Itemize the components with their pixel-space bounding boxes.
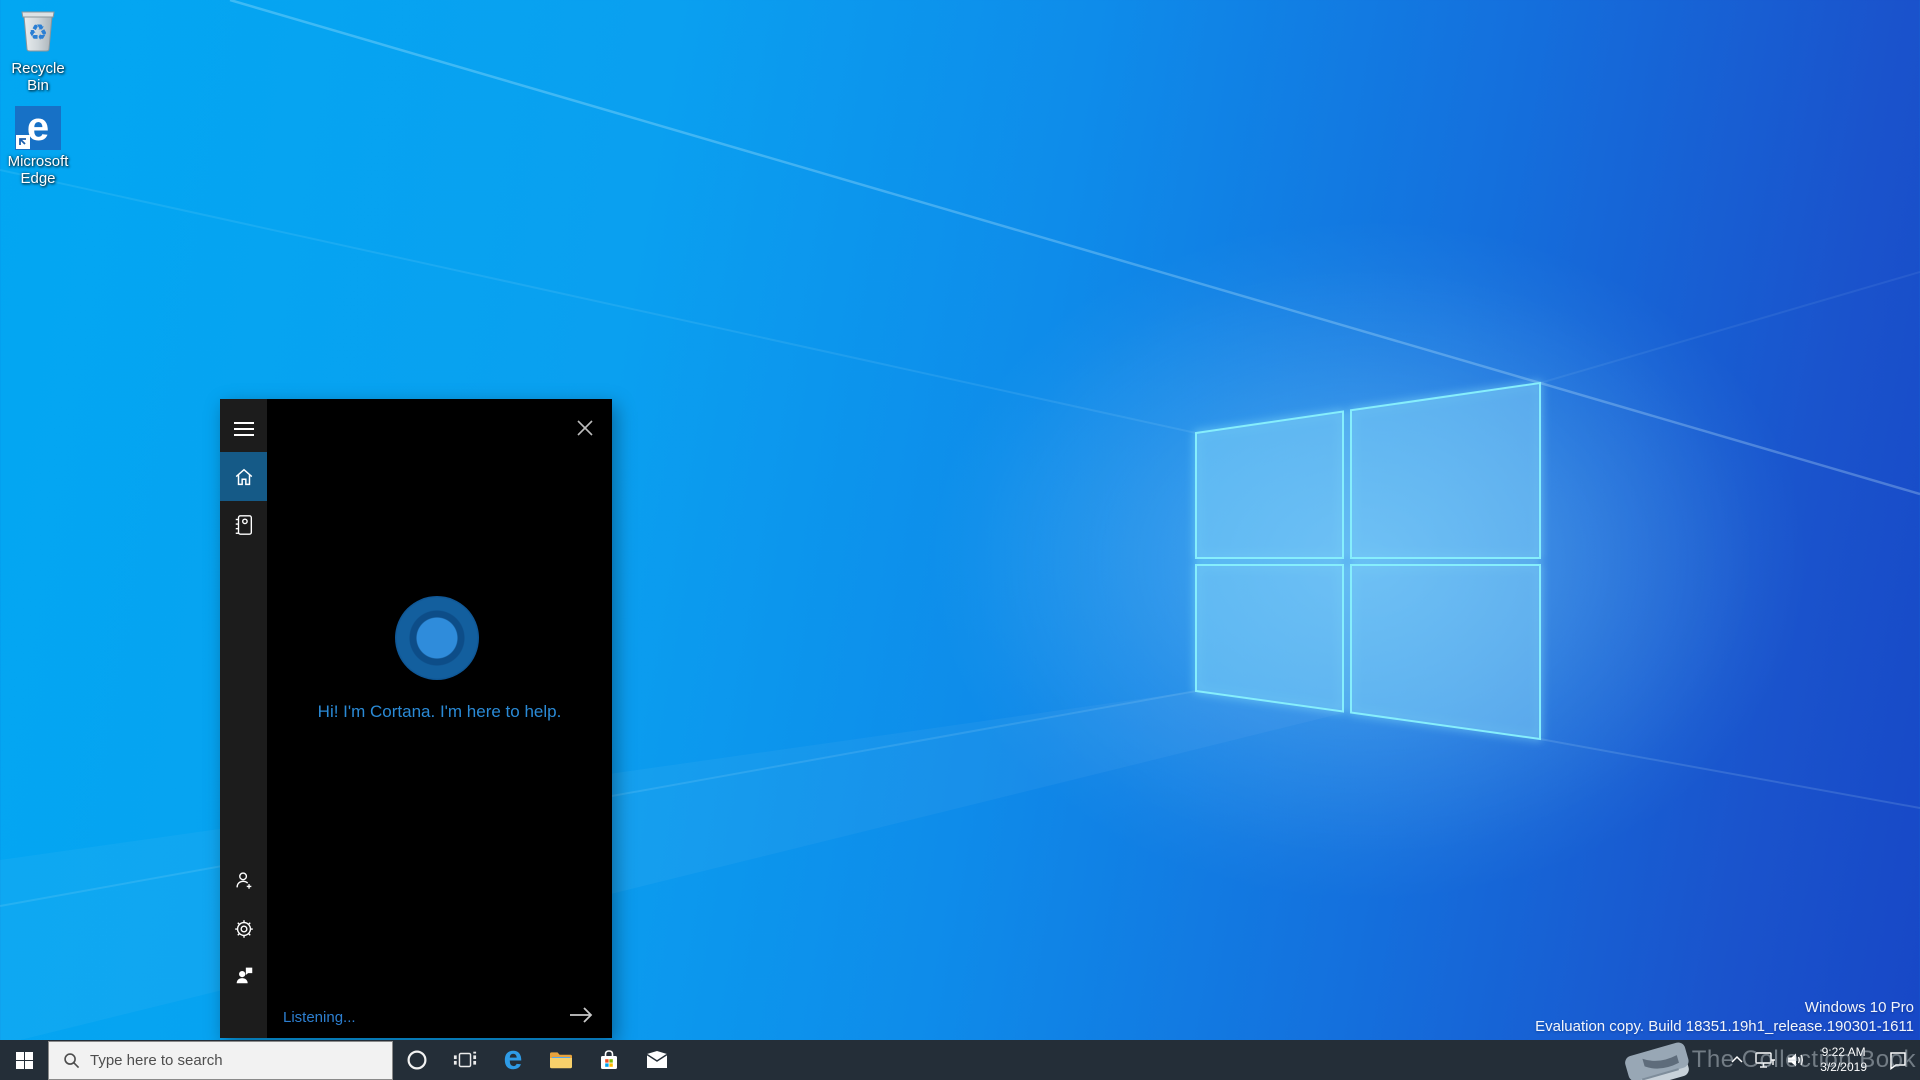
notebook-icon: [233, 513, 255, 537]
cortana-circle-icon: [406, 1049, 428, 1071]
network-icon: [1754, 1051, 1776, 1069]
cortana-orb: [395, 596, 479, 680]
edge-tile: e: [15, 106, 61, 150]
user-plus-icon: [233, 869, 255, 891]
watermark-build-line: Evaluation copy. Build 18351.19h1_releas…: [1535, 1017, 1914, 1036]
file-explorer-icon: [548, 1049, 574, 1071]
menu-button[interactable]: [220, 405, 267, 452]
start-button[interactable]: [0, 1040, 48, 1080]
mail-icon: [645, 1050, 669, 1070]
svg-text:♻: ♻: [28, 21, 48, 46]
volume-button[interactable]: [1781, 1040, 1811, 1080]
task-view-button[interactable]: [441, 1040, 489, 1080]
recycle-bin-glyph: ♻: [16, 6, 60, 52]
close-button[interactable]: [568, 411, 602, 445]
search-icon: [63, 1052, 80, 1069]
clock[interactable]: 9:22 AM 3/2/2019: [1811, 1040, 1876, 1080]
edge-icon: e: [504, 1041, 523, 1075]
store-button[interactable]: [585, 1040, 633, 1080]
recycle-bin-icon[interactable]: ♻ Recycle Bin: [0, 6, 76, 94]
submit-arrow-button[interactable]: [568, 1005, 594, 1030]
chevron-up-icon: [1730, 1055, 1744, 1065]
cortana-bottom-bar: Listening...: [267, 996, 612, 1038]
edge-taskbar-button[interactable]: e: [489, 1040, 537, 1080]
mail-button[interactable]: [633, 1040, 681, 1080]
store-icon: [597, 1048, 621, 1072]
arrow-right-icon: [568, 1005, 594, 1025]
hidden-icons-button[interactable]: [1725, 1040, 1749, 1080]
system-tray: 9:22 AM 3/2/2019: [1725, 1040, 1920, 1080]
sign-in-button[interactable]: [220, 856, 267, 903]
microsoft-edge-shortcut[interactable]: e Microsoft Edge: [0, 106, 76, 187]
task-view-icon: [453, 1049, 477, 1071]
edge-e-icon: e: [27, 107, 49, 147]
hamburger-icon: [234, 421, 254, 437]
close-icon: [577, 420, 593, 436]
watermark-os-line: Windows 10 Pro: [1535, 998, 1914, 1017]
search-input[interactable]: [90, 1052, 340, 1069]
edge-shortcut-label: Microsoft Edge: [0, 153, 76, 187]
windows-logo-icon: [16, 1052, 33, 1069]
listening-status: Listening...: [283, 1009, 356, 1026]
taskbar: e: [0, 1040, 1920, 1080]
cortana-greeting: Hi! I'm Cortana. I'm here to help.: [267, 702, 612, 722]
home-button[interactable]: [220, 452, 267, 501]
home-icon: [233, 466, 255, 488]
gear-icon: [233, 918, 255, 940]
tray-time: 9:22 AM: [1822, 1045, 1866, 1060]
action-center-button[interactable]: [1876, 1040, 1920, 1080]
file-explorer-button[interactable]: [537, 1040, 585, 1080]
cortana-rail: [220, 399, 267, 1038]
feedback-icon: [233, 964, 255, 986]
shortcut-arrow-icon: [16, 135, 30, 149]
action-center-icon: [1888, 1051, 1908, 1070]
network-button[interactable]: [1749, 1040, 1781, 1080]
settings-button[interactable]: [220, 905, 267, 952]
feedback-button[interactable]: [220, 951, 267, 998]
evaluation-watermark: Windows 10 Pro Evaluation copy. Build 18…: [1535, 998, 1914, 1036]
taskbar-search-box[interactable]: [48, 1041, 393, 1080]
recycle-bin-label: Recycle Bin: [0, 60, 76, 94]
tray-date: 3/2/2019: [1820, 1060, 1867, 1075]
notebook-button[interactable]: [220, 501, 267, 548]
cortana-panel: Hi! I'm Cortana. I'm here to help. Liste…: [220, 399, 612, 1038]
cortana-taskbar-button[interactable]: [393, 1040, 441, 1080]
volume-icon: [1786, 1051, 1806, 1069]
